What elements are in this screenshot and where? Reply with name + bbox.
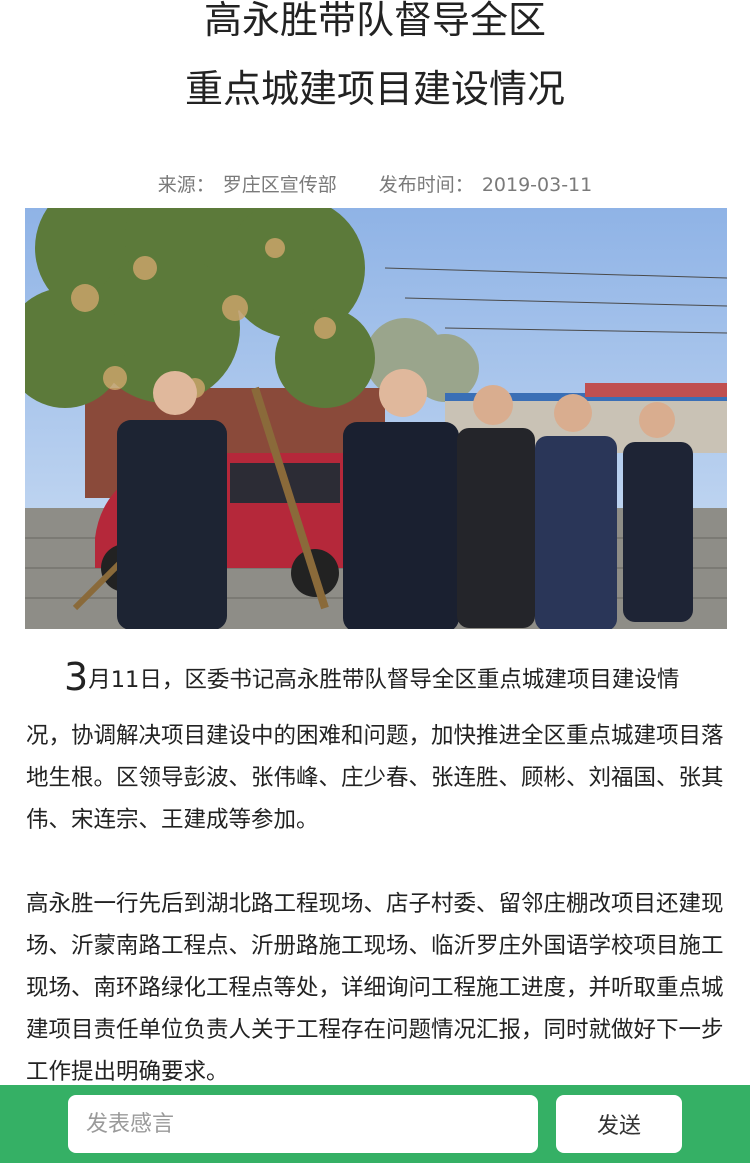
comment-bar: 发送: [0, 1085, 750, 1163]
article-meta: 来源： 罗庄区宣传部 发布时间： 2019-03-11: [0, 170, 750, 197]
title-line-2: 重点城建项目建设情况: [184, 67, 565, 111]
title-line-1: 高永胜带队督导全区: [203, 0, 546, 42]
article-paragraph-1: 3月11日，区委书记高永胜带队督导全区重点城建项目建设情: [26, 656, 724, 701]
article-paragraph-2: 高永胜一行先后到湖北路工程现场、店子村委、留邻庄棚改项目还建现场、沂蒙南路工程点…: [26, 891, 724, 1085]
paragraph-1-first-line: 月11日，区委书记高永胜带队督导全区重点城建项目建设情: [88, 667, 680, 693]
article-body: 3月11日，区委书记高永胜带队督导全区重点城建项目建设情 况，协调解决项目建设中…: [26, 656, 724, 1093]
article-page: 高永胜带队督导全区 重点城建项目建设情况 来源： 罗庄区宣传部 发布时间： 2019-…: [0, 0, 750, 1163]
article-paragraph-1-continued: 况，协调解决项目建设中的困难和问题，加快推进全区重点城建项目落地生根。区领导彭波…: [26, 723, 724, 833]
comment-input[interactable]: [68, 1095, 538, 1153]
source-label: 来源：: [157, 174, 215, 196]
article-photo: [25, 208, 727, 629]
drop-number: 3: [64, 655, 89, 699]
source-value: 罗庄区宣传部: [222, 174, 337, 196]
send-button[interactable]: 发送: [556, 1095, 682, 1153]
publish-label: 发布时间：: [378, 174, 474, 196]
publish-date: 2019-03-11: [481, 174, 593, 196]
